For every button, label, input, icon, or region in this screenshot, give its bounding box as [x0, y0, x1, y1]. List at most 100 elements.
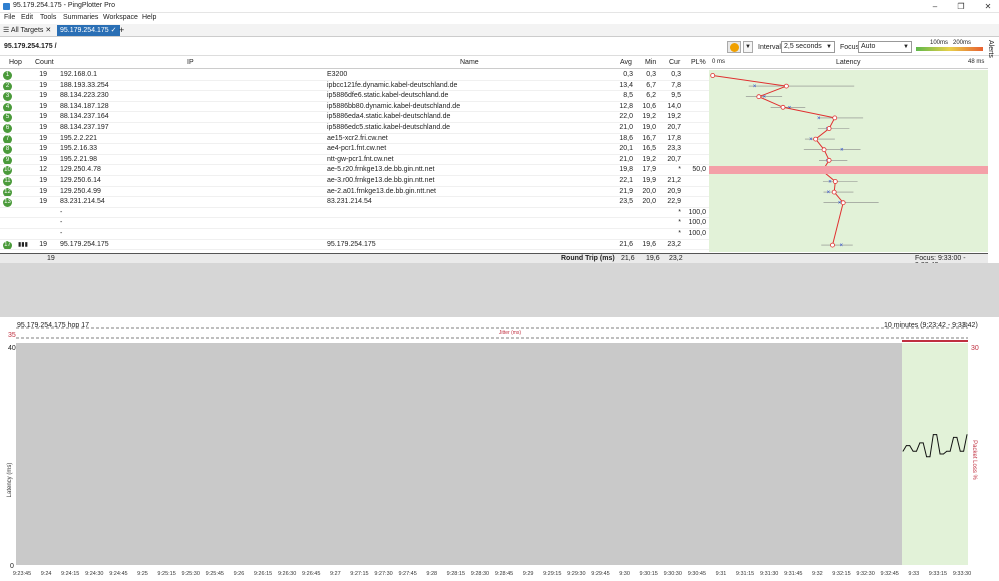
window-title: 95.179.254.175 - PingPlotter Pro	[13, 2, 115, 9]
col-latency[interactable]: Latency	[836, 59, 861, 66]
add-tab-button[interactable]: +	[116, 25, 127, 36]
maximize-button[interactable]: ❐	[956, 2, 966, 11]
close-button[interactable]: ✕	[983, 2, 993, 11]
cell-count: 19	[39, 155, 47, 163]
x-tick-label: 9:32:15	[832, 571, 850, 577]
cell-min: 6,7	[646, 81, 656, 89]
table-row[interactable]: 17 ▮▮▮ 19 95.179.254.175 95.179.254.175 21,6 1…	[0, 240, 988, 251]
cell-avg: 22,1	[619, 177, 633, 184]
latency-scale-max: 48 ms	[968, 59, 985, 65]
x-tick-label: 9:25:15	[157, 571, 175, 577]
cell-min: 19,2	[642, 155, 656, 163]
x-tick-label: 9:33:30	[953, 571, 971, 577]
latency-scale-zero: 0 ms	[712, 59, 726, 65]
cell-avg: 21,6	[619, 240, 633, 248]
menu-tools[interactable]: Tools	[40, 14, 56, 21]
cell-min: 6,2	[646, 92, 656, 100]
cell-avg: 21,9	[619, 187, 633, 195]
cell-name: ipbcc121fe.dynamic.kabel-deutschland.de	[327, 81, 458, 89]
menu-summaries[interactable]: Summaries	[63, 14, 98, 21]
bar-chart-icon[interactable]: ▮▮▮	[18, 241, 28, 248]
table-row[interactable]: - * 100,0	[0, 229, 988, 240]
close-tab-icon[interactable]: ✕	[45, 27, 51, 34]
x-tick-label: 9:24	[41, 571, 52, 577]
interval-select[interactable]: 2,5 seconds ▼	[781, 41, 835, 53]
x-tick-label: 9:28:15	[447, 571, 465, 577]
x-tick-label: 9:26	[234, 571, 245, 577]
cell-avg: 22,0	[619, 113, 633, 121]
cell-min: 19,6	[642, 240, 656, 248]
cell-pl: 100,0	[688, 208, 706, 216]
table-row[interactable]: 12 19 129.250.4.99 ae-2.a01.frnkge13.de.bb.…	[0, 187, 988, 198]
cell-cur: 7,8	[671, 81, 681, 89]
cell-count: 19	[39, 92, 47, 100]
table-row[interactable]: 2 19 188.193.33.254 ipbcc121fe.dynamic.kabe…	[0, 81, 988, 92]
cell-avg: 0,3	[623, 71, 633, 78]
pause-button[interactable]	[727, 41, 741, 53]
col-ip[interactable]: IP	[187, 59, 194, 66]
x-tick-label: 9:30	[619, 571, 630, 577]
col-name[interactable]: Name	[460, 59, 479, 66]
x-tick-label: 9:29:15	[543, 571, 561, 577]
table-row[interactable]: - * 100,0	[0, 218, 988, 229]
cell-min: 0,3	[646, 71, 656, 78]
y-axis-label: Latency (ms)	[7, 463, 13, 498]
cell-count: 19	[39, 177, 47, 184]
cell-ip: 129.250.4.78	[60, 166, 101, 174]
cell-cur: 19,2	[667, 113, 681, 121]
table-row[interactable]: - * 100,0	[0, 208, 988, 219]
minimize-button[interactable]: –	[930, 2, 940, 11]
x-tick-label: 9:33	[908, 571, 919, 577]
tab-all-targets[interactable]: ☰ All Targets ✕	[0, 25, 54, 36]
table-row[interactable]: 1 19 192.168.0.1 E3200 0,3 0,3 0,3	[0, 70, 988, 81]
alerts-sidebar-tab[interactable]: Alerts	[987, 40, 994, 58]
cell-cur: 14,0	[667, 102, 681, 110]
menu-bar: File Edit Tools Summaries Workspace Help	[0, 13, 999, 24]
cell-min: 10,6	[642, 102, 656, 110]
cell-pl: 50,0	[692, 166, 706, 174]
focus-select[interactable]: Auto ▼	[858, 41, 912, 53]
cell-count: 19	[39, 81, 47, 89]
col-min[interactable]: Min	[645, 59, 656, 66]
table-row[interactable]: 10 12 129.250.4.78 ae-5.r20.frnkge13.de.bb.…	[0, 165, 988, 176]
col-count[interactable]: Count	[35, 59, 54, 66]
cell-cur: 20,7	[667, 155, 681, 163]
col-hop[interactable]: Hop	[9, 59, 22, 66]
cell-avg: 21,0	[619, 124, 633, 131]
cell-min: 16,7	[642, 134, 656, 142]
table-row[interactable]: 9 19 195.2.21.98 ntt-gw-pcr1.fnt.cw.net 21,0…	[0, 155, 988, 166]
tab-target[interactable]: 95.179.254.175 ✓	[57, 25, 120, 36]
cell-cur: 20,7	[667, 124, 681, 131]
x-tick-label: 9:28	[426, 571, 437, 577]
cell-name: ae15-xcr2.fri.cw.net	[327, 134, 388, 142]
cell-name: ae-3.r00.frnkge13.de.bb.gin.ntt.net	[327, 177, 435, 184]
menu-file[interactable]: File	[4, 14, 15, 21]
table-row[interactable]: 11 19 129.250.6.14 ae-3.r00.frnkge13.de.bb.…	[0, 176, 988, 187]
interval-label: Interval	[758, 44, 781, 51]
col-avg[interactable]: Avg	[620, 59, 632, 66]
cell-count: 19	[39, 134, 47, 142]
table-row[interactable]: 4 19 88.134.187.128 ip5886bb80.dynamic.kabe…	[0, 102, 988, 113]
col-pl[interactable]: PL%	[691, 59, 706, 66]
cell-cur: 22,9	[667, 198, 681, 206]
pause-dropdown-button[interactable]: ▼	[743, 41, 753, 53]
table-row[interactable]: 5 19 88.134.237.164 ip5886eda4.static.kabel…	[0, 112, 988, 123]
table-row[interactable]: 7 19 195.2.2.221 ae15-xcr2.fri.cw.net 18,6 16…	[0, 134, 988, 145]
cell-cur: 23,2	[667, 240, 681, 248]
menu-workspace[interactable]: Workspace	[103, 14, 138, 21]
cell-count: 19	[39, 71, 47, 78]
table-row[interactable]: 3 19 88.134.223.230 ip5886dfe6.static.kabel…	[0, 91, 988, 102]
table-row[interactable]: 13 19 83.231.214.54 83.231.214.54 23,5 20,0 22…	[0, 197, 988, 208]
x-tick-label: 9:24:45	[109, 571, 127, 577]
table-row[interactable]: 6 19 88.134.237.197 ip5886edc5.static.kabel…	[0, 123, 988, 134]
col-cur[interactable]: Cur	[669, 59, 680, 66]
timeline-chart: Jitter (ms) 35 30 40 0 Latency (ms) Pack…	[7, 327, 979, 577]
cell-name: ntt-gw-pcr1.fnt.cw.net	[327, 155, 394, 163]
focus-region	[902, 343, 968, 565]
cell-name: 95.179.254.175	[327, 240, 376, 248]
menu-edit[interactable]: Edit	[21, 14, 33, 21]
table-row[interactable]: 8 19 195.2.16.33 ae4-pcr1.fnt.cw.net 20,1 16,…	[0, 144, 988, 155]
cell-ip: 88.134.237.164	[60, 113, 109, 121]
menu-help[interactable]: Help	[142, 14, 156, 21]
focus-value: Auto	[861, 43, 876, 50]
